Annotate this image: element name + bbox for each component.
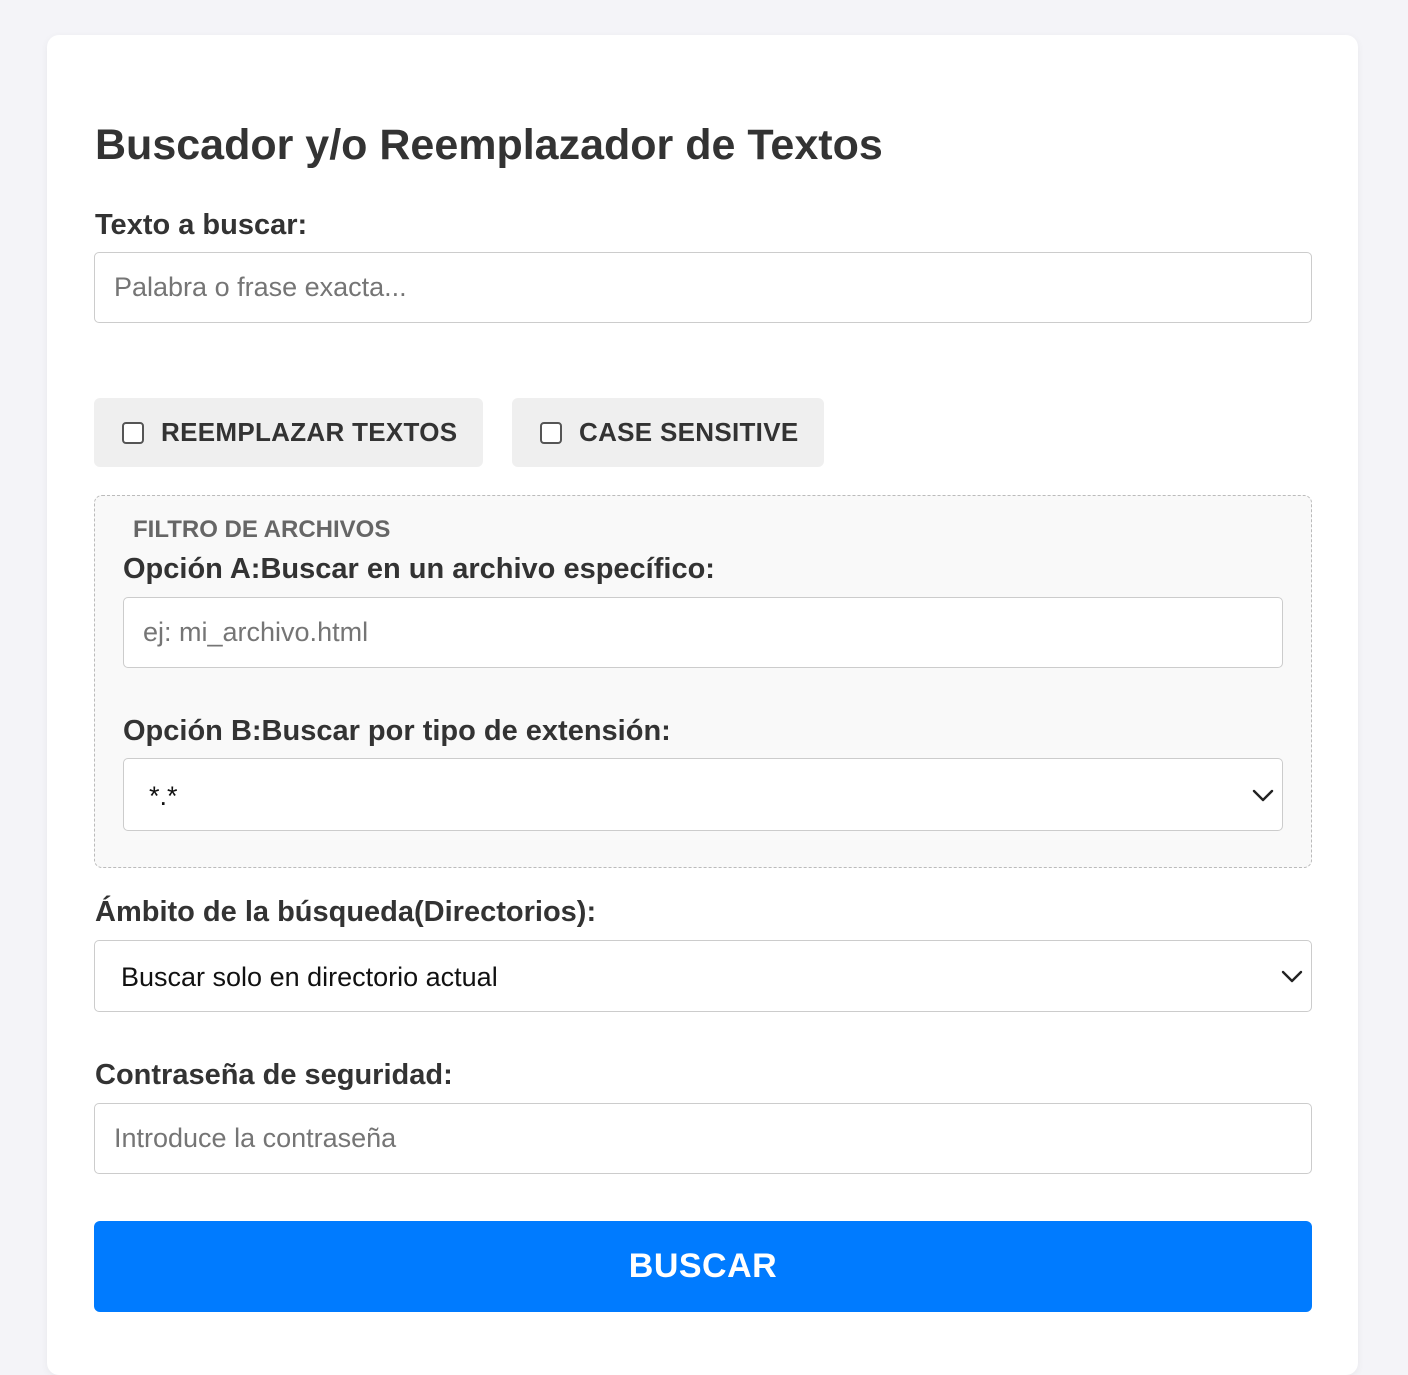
chevron-down-icon (1252, 789, 1274, 802)
search-form-card: Buscador y/o Reemplazador de Textos Text… (47, 35, 1358, 1375)
case-sensitive-toggle[interactable]: CASE SENSITIVE (512, 398, 824, 467)
case-sensitive-checkbox[interactable] (540, 421, 562, 444)
replace-texts-checkbox[interactable] (122, 421, 144, 444)
search-text-label: Texto a buscar: (95, 209, 308, 241)
replace-texts-label: REEMPLAZAR TEXTOS (161, 417, 458, 447)
option-a-label: Opción A:Buscar en un archivo específico… (123, 553, 715, 585)
search-text-input[interactable] (94, 252, 1312, 323)
page-title: Buscador y/o Reemplazador de Textos (95, 121, 883, 169)
chevron-down-icon (1281, 970, 1303, 983)
specific-file-input[interactable] (123, 597, 1283, 668)
search-submit-button[interactable]: BUSCAR (94, 1221, 1312, 1312)
password-input[interactable] (94, 1103, 1312, 1174)
extension-select[interactable]: *.* (123, 758, 1283, 831)
file-filter-group: FILTRO DE ARCHIVOS Opción A:Buscar en un… (94, 495, 1312, 868)
case-sensitive-label: CASE SENSITIVE (579, 417, 799, 447)
extension-select-value: *.* (149, 781, 178, 811)
file-filter-legend: FILTRO DE ARCHIVOS (133, 516, 391, 543)
scope-select-value: Buscar solo en directorio actual (121, 962, 498, 992)
replace-texts-toggle[interactable]: REEMPLAZAR TEXTOS (94, 398, 483, 467)
option-b-label: Opción B:Buscar por tipo de extensión: (123, 715, 671, 747)
scope-label: Ámbito de la búsqueda(Directorios): (95, 896, 597, 928)
scope-select[interactable]: Buscar solo en directorio actual (94, 940, 1312, 1012)
password-label: Contraseña de seguridad: (95, 1059, 453, 1091)
